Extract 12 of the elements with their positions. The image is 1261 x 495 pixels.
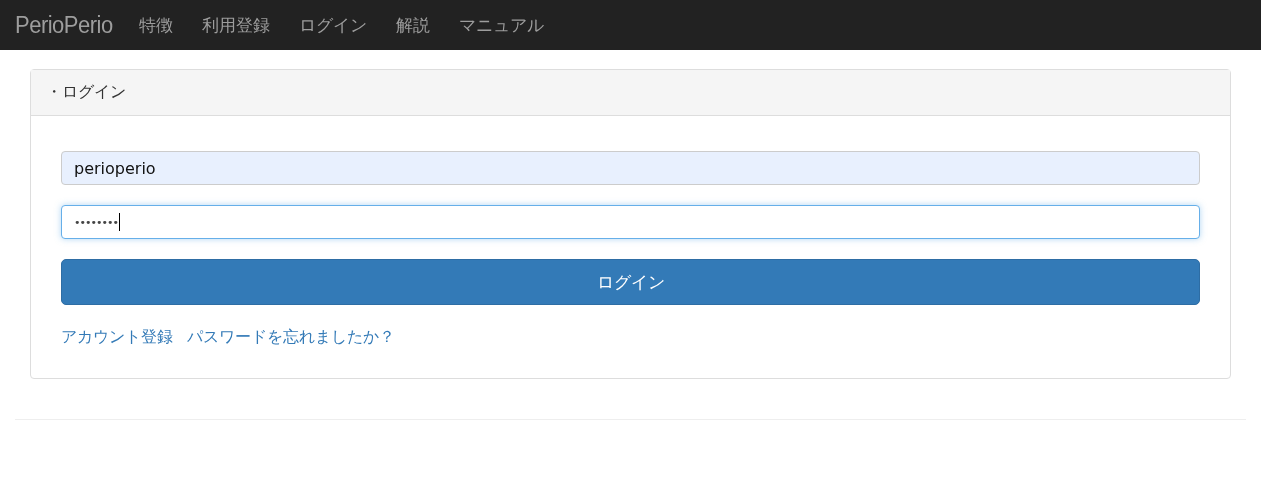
nav-link[interactable]: 特徴 [138, 13, 173, 37]
login-button[interactable]: ログイン [61, 259, 1200, 305]
nav-link[interactable]: ログイン [298, 13, 367, 37]
nav-link[interactable]: マニュアル [458, 13, 544, 37]
nav-link[interactable]: 利用登録 [201, 13, 270, 37]
panel-title: ・ログイン [46, 82, 126, 103]
nav-link[interactable]: 解説 [395, 13, 430, 37]
username-field[interactable]: perioperio [61, 151, 1200, 185]
brand-logo[interactable]: PerioPerio [15, 10, 113, 40]
password-field[interactable]: •••••••• [61, 205, 1200, 239]
text-link[interactable]: アカウント登録 [61, 327, 173, 348]
text-link[interactable]: パスワードを忘れましたか？ [187, 327, 395, 348]
